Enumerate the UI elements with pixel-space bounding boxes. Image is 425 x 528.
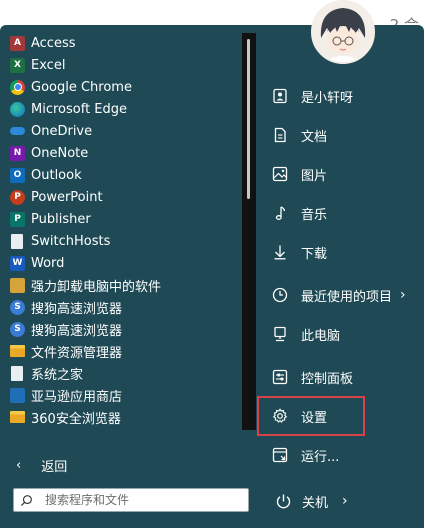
app-label: Excel xyxy=(31,57,66,73)
app-powerpoint[interactable]: P PowerPoint xyxy=(10,186,240,208)
place-label: 文档 xyxy=(301,129,328,145)
scrollbar-thumb[interactable] xyxy=(247,39,250,199)
app-label: PowerPoint xyxy=(31,189,103,205)
start-menu: A Access X Excel Google Chrome Microsoft E… xyxy=(0,0,424,528)
download-arrow-icon xyxy=(272,244,288,260)
app-outlook[interactable]: O Outlook xyxy=(10,164,240,186)
settings-highlight-box xyxy=(257,396,365,436)
clock-icon xyxy=(272,287,288,303)
app-label: 搜狗高速浏览器 xyxy=(31,323,123,339)
place-documents[interactable]: 文档 xyxy=(272,124,412,146)
power-icon xyxy=(276,494,291,508)
place-run[interactable]: 运行... xyxy=(272,444,412,466)
sogou-browser-icon: S xyxy=(10,299,25,315)
search-box[interactable] xyxy=(13,488,249,512)
outlook-icon: O xyxy=(10,167,25,183)
folder-icon xyxy=(10,345,25,357)
app-access[interactable]: A Access xyxy=(10,32,240,54)
picture-icon xyxy=(272,166,288,182)
computer-icon xyxy=(272,326,288,342)
place-control-panel[interactable]: 控制面板 xyxy=(272,366,412,388)
app-microsoft-edge[interactable]: Microsoft Edge xyxy=(10,98,240,120)
place-label: 运行... xyxy=(301,449,340,465)
app-uninstaller[interactable]: 强力卸载电脑中的软件 xyxy=(10,274,240,296)
publisher-icon: P xyxy=(10,211,25,227)
document-icon xyxy=(11,365,23,381)
control-panel-icon xyxy=(272,369,288,385)
app-label: 搜狗高速浏览器 xyxy=(31,301,123,317)
powerpoint-icon: P xyxy=(10,189,25,205)
place-this-pc[interactable]: 此电脑 xyxy=(272,323,412,345)
onenote-icon: N xyxy=(10,145,25,161)
app-label: Google Chrome xyxy=(31,79,132,95)
music-note-icon xyxy=(272,205,288,221)
user-folder-icon xyxy=(272,88,288,104)
app-label: Outlook xyxy=(31,167,82,183)
all-programs-list: A Access X Excel Google Chrome Microsoft E… xyxy=(10,32,240,428)
chrome-icon xyxy=(10,79,25,95)
app-publisher[interactable]: P Publisher xyxy=(10,208,240,230)
app-amazon-store[interactable]: 亚马逊应用商店 xyxy=(10,384,240,406)
app-excel[interactable]: X Excel xyxy=(10,54,240,76)
chevron-right-icon: › xyxy=(400,287,406,303)
folder-icon xyxy=(10,411,25,423)
app-google-chrome[interactable]: Google Chrome xyxy=(10,76,240,98)
app-label: 系统之家 xyxy=(31,367,84,383)
word-icon: W xyxy=(10,255,25,271)
document-icon xyxy=(11,233,23,249)
shutdown-button[interactable]: 关机 › xyxy=(275,490,348,512)
back-button[interactable]: ‹ 返回 xyxy=(16,456,68,475)
app-label: 强力卸载电脑中的软件 xyxy=(31,279,162,295)
chevron-left-icon: ‹ xyxy=(16,457,22,473)
place-recent-items[interactable]: 最近使用的项目 › xyxy=(272,284,412,306)
place-label: 音乐 xyxy=(301,207,328,223)
uninstaller-box-icon xyxy=(10,277,25,293)
place-pictures[interactable]: 图片 xyxy=(272,163,412,185)
document-icon xyxy=(272,127,288,143)
sogou-browser-icon: S xyxy=(10,321,25,337)
place-label: 是小轩呀 xyxy=(301,90,354,106)
user-avatar[interactable] xyxy=(311,0,375,64)
app-onenote[interactable]: N OneNote xyxy=(10,142,240,164)
place-label: 下载 xyxy=(301,246,328,262)
place-label: 此电脑 xyxy=(301,328,341,344)
app-label: Access xyxy=(31,35,76,51)
search-input[interactable] xyxy=(45,493,225,507)
place-downloads[interactable]: 下载 xyxy=(272,241,412,263)
app-file-explorer[interactable]: 文件资源管理器 xyxy=(10,340,240,362)
app-list-scrollbar[interactable] xyxy=(242,33,256,430)
app-label: 亚马逊应用商店 xyxy=(31,389,123,405)
app-label: 文件资源管理器 xyxy=(31,345,123,361)
excel-icon: X xyxy=(10,57,25,73)
app-label: Publisher xyxy=(31,211,91,227)
app-360-browser[interactable]: 360安全浏览器 xyxy=(10,406,240,428)
app-onedrive[interactable]: OneDrive xyxy=(10,120,240,142)
run-icon xyxy=(272,447,288,463)
access-icon: A xyxy=(10,35,25,51)
chevron-right-icon[interactable]: › xyxy=(342,493,348,509)
edge-icon xyxy=(10,101,25,117)
app-word[interactable]: W Word xyxy=(10,252,240,274)
avatar-illustration xyxy=(313,2,373,62)
place-user-folder[interactable]: 是小轩呀 xyxy=(272,85,412,107)
amazon-store-icon xyxy=(10,387,25,403)
app-switchhosts[interactable]: SwitchHosts xyxy=(10,230,240,252)
place-music[interactable]: 音乐 xyxy=(272,202,412,224)
app-sogou-browser[interactable]: S 搜狗高速浏览器 xyxy=(10,296,240,318)
back-label: 返回 xyxy=(41,459,68,475)
app-label: Word xyxy=(31,255,65,271)
search-icon xyxy=(20,494,32,506)
place-label: 最近使用的项目 xyxy=(301,289,393,305)
app-label: 360安全浏览器 xyxy=(31,411,121,427)
place-label: 控制面板 xyxy=(301,371,354,387)
app-xitongzhijia[interactable]: 系统之家 xyxy=(10,362,240,384)
shutdown-label: 关机 xyxy=(302,495,329,511)
onedrive-icon xyxy=(10,124,25,139)
app-sogou-browser-2[interactable]: S 搜狗高速浏览器 xyxy=(10,318,240,340)
app-label: OneNote xyxy=(31,145,89,161)
app-label: SwitchHosts xyxy=(31,233,111,249)
app-label: Microsoft Edge xyxy=(31,101,128,117)
app-label: OneDrive xyxy=(31,123,93,139)
place-label: 图片 xyxy=(301,168,328,184)
